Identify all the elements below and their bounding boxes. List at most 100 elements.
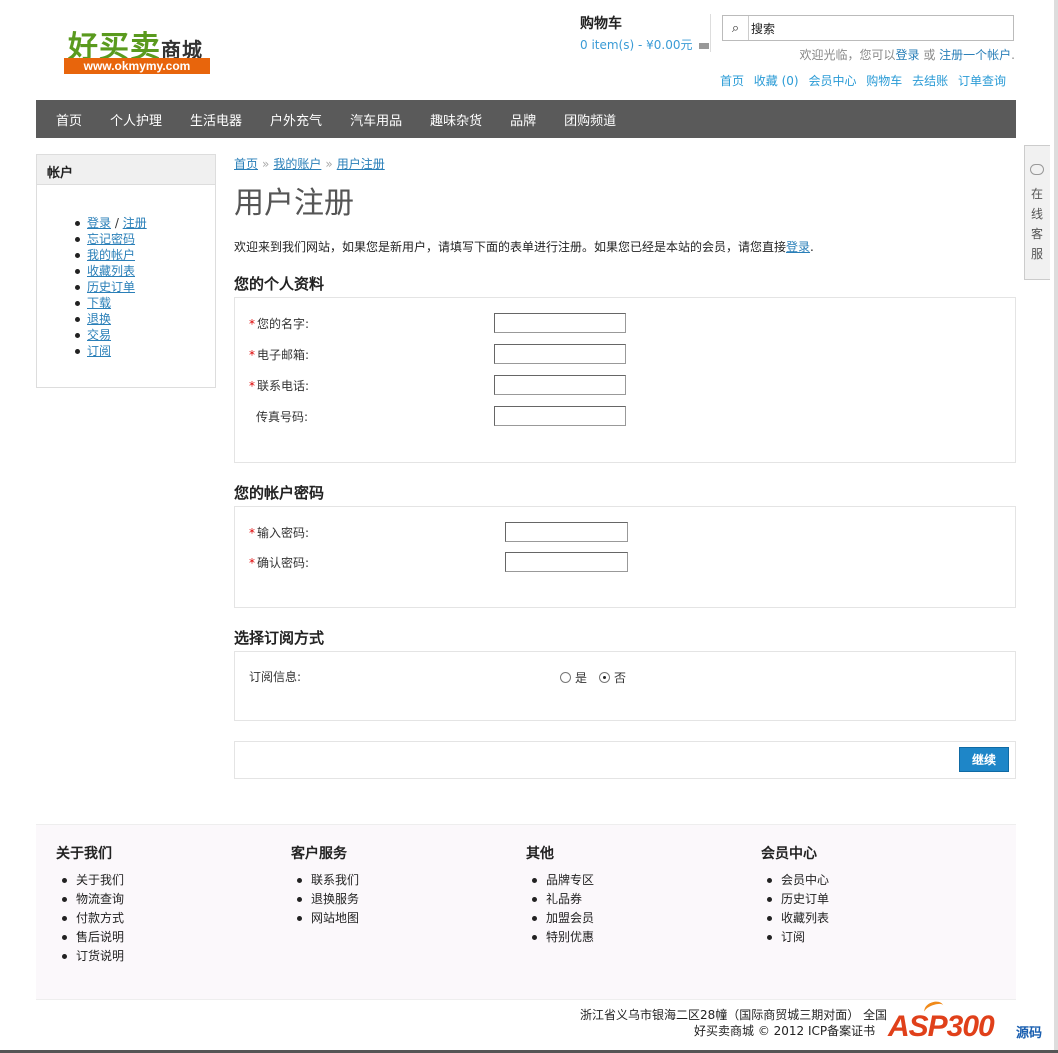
header-divider (710, 14, 711, 52)
continue-box (234, 741, 1016, 779)
password-input[interactable] (505, 522, 628, 542)
sidebar-item-order-history: 历史订单 (75, 279, 147, 295)
cart-title[interactable]: 购物车 (580, 13, 622, 33)
confirm-label: * 确认密码: (249, 554, 309, 571)
welcome-login-link[interactable]: 登录 (896, 48, 920, 62)
required-mark: * (249, 556, 255, 570)
search-box: ⌕ (722, 15, 1014, 41)
sidebar-register-link[interactable]: 注册 (123, 216, 147, 230)
search-icon[interactable]: ⌕ (723, 16, 749, 40)
main-nav: 首页 个人护理 生活电器 户外充气 汽车用品 趣味杂货 品牌 团购频道 (36, 100, 1016, 138)
required-mark: * (249, 526, 255, 540)
cart-summary[interactable]: 0 item(s) - ¥0.00元 (580, 36, 709, 53)
page-title: 用户注册 (234, 186, 354, 221)
footer-link[interactable]: 物流查询 (61, 890, 124, 909)
footer-link[interactable]: 付款方式 (61, 909, 124, 928)
footer: 关于我们 关于我们 物流查询 付款方式 售后说明 订货说明 客户服务 联系我们 … (36, 824, 1016, 1000)
chat-bubble-icon (1030, 164, 1044, 175)
toplink-checkout[interactable]: 去结账 (912, 74, 948, 88)
sidebar-item-transactions: 交易 (75, 327, 147, 343)
online-service-label: 在线客服 (1031, 187, 1044, 261)
sidebar-list: 登录 / 注册 忘记密码 我的帐户 收藏列表 历史订单 下载 退换 交易 订阅 (75, 215, 147, 359)
footer-link[interactable]: 特别优惠 (531, 928, 594, 947)
continue-button[interactable]: 继续 (959, 747, 1009, 772)
footer-link[interactable]: 联系我们 (296, 871, 359, 890)
welcome-message: 欢迎光临，您可以登录 或 注册一个帐户. (799, 46, 1015, 63)
toplink-member-center[interactable]: 会员中心 (808, 74, 856, 88)
sidebar-link[interactable]: 历史订单 (87, 280, 135, 294)
online-service-tab[interactable]: 在线客服 (1024, 145, 1050, 280)
fax-input[interactable] (494, 406, 626, 426)
nav-item-appliances[interactable]: 生活电器 (190, 110, 242, 129)
breadcrumb-account[interactable]: 我的账户 (273, 157, 321, 171)
phone-input[interactable] (494, 375, 626, 395)
breadcrumb-home[interactable]: 首页 (234, 157, 258, 171)
sidebar-link[interactable]: 下载 (87, 296, 111, 310)
footer-link[interactable]: 历史订单 (766, 890, 829, 909)
name-label-text: 您的名字: (257, 317, 310, 331)
newsletter-no-label[interactable]: 否 (614, 669, 626, 686)
phone-label-text: 联系电话: (257, 379, 310, 393)
sidebar-link[interactable]: 订阅 (87, 344, 111, 358)
toplink-favorites[interactable]: 收藏 (0) (754, 74, 799, 88)
sidebar-slash: / (111, 216, 123, 230)
nav-item-novelty[interactable]: 趣味杂货 (430, 110, 482, 129)
cart-dropdown-icon[interactable] (698, 42, 709, 49)
newsletter-yes-label[interactable]: 是 (575, 669, 587, 686)
intro-login-link[interactable]: 登录 (786, 240, 810, 254)
sidebar-link[interactable]: 我的帐户 (87, 248, 135, 262)
nav-item-brands[interactable]: 品牌 (510, 110, 536, 129)
welcome-suffix: . (1011, 48, 1015, 62)
footer-link[interactable]: 收藏列表 (766, 909, 829, 928)
breadcrumb-register[interactable]: 用户注册 (337, 157, 385, 171)
site-logo[interactable]: 好买卖商城 www.okmymy.com (64, 22, 214, 76)
newsletter-no-radio[interactable] (599, 672, 611, 683)
sidebar-login-link[interactable]: 登录 (87, 216, 111, 230)
newsletter-options: 是 否 (560, 669, 626, 686)
footer-link[interactable]: 品牌专区 (531, 871, 594, 890)
toplink-order-query[interactable]: 订单查询 (958, 74, 1006, 88)
phone-label: * 联系电话: (249, 377, 309, 394)
confirm-password-input[interactable] (505, 552, 628, 572)
sidebar-item-newsletter: 订阅 (75, 343, 147, 359)
sidebar-title: 帐户 (37, 155, 215, 185)
newsletter-box (234, 651, 1016, 721)
watermark-logo: ASP300 源码 (886, 999, 1056, 1050)
footer-link[interactable]: 订货说明 (61, 947, 124, 966)
welcome-or: 或 (919, 48, 940, 62)
footer-link[interactable]: 订阅 (766, 928, 829, 947)
breadcrumb: 首页» 我的账户» 用户注册 (234, 155, 385, 172)
footer-link[interactable]: 退换服务 (296, 890, 359, 909)
welcome-register-link[interactable]: 注册一个帐户 (939, 48, 1011, 62)
nav-item-group-buy[interactable]: 团购频道 (564, 110, 616, 129)
email-input[interactable] (494, 344, 626, 364)
footer-link[interactable]: 关于我们 (61, 871, 124, 890)
footer-link[interactable]: 售后说明 (61, 928, 124, 947)
nav-item-outdoor[interactable]: 户外充气 (270, 110, 322, 129)
sidebar-link[interactable]: 交易 (87, 328, 111, 342)
search-input[interactable] (751, 18, 1011, 38)
sidebar-link[interactable]: 收藏列表 (87, 264, 135, 278)
sidebar-item-login-register: 登录 / 注册 (75, 215, 147, 231)
nav-item-personal-care[interactable]: 个人护理 (110, 110, 162, 129)
window-edge-right (1054, 0, 1058, 1053)
nav-item-home[interactable]: 首页 (56, 110, 82, 129)
footer-link[interactable]: 礼品券 (531, 890, 594, 909)
welcome-prefix: 欢迎光临，您可以 (799, 48, 896, 62)
name-input[interactable] (494, 313, 626, 333)
intro-end: . (810, 240, 814, 254)
nav-item-auto[interactable]: 汽车用品 (350, 110, 402, 129)
sidebar-link[interactable]: 忘记密码 (87, 232, 135, 246)
toplink-cart[interactable]: 购物车 (866, 74, 902, 88)
password-label-text: 输入密码: (257, 526, 310, 540)
footer-link[interactable]: 会员中心 (766, 871, 829, 890)
section-password-title: 您的帐户密码 (234, 484, 325, 502)
sidebar-link[interactable]: 退换 (87, 312, 111, 326)
fax-label: 传真号码: (256, 410, 309, 424)
footer-link[interactable]: 加盟会员 (531, 909, 594, 928)
email-label-text: 电子邮箱: (257, 348, 310, 362)
newsletter-yes-radio[interactable] (560, 672, 571, 683)
password-label: * 输入密码: (249, 524, 309, 541)
footer-link[interactable]: 网站地图 (296, 909, 359, 928)
toplink-home[interactable]: 首页 (720, 74, 744, 88)
